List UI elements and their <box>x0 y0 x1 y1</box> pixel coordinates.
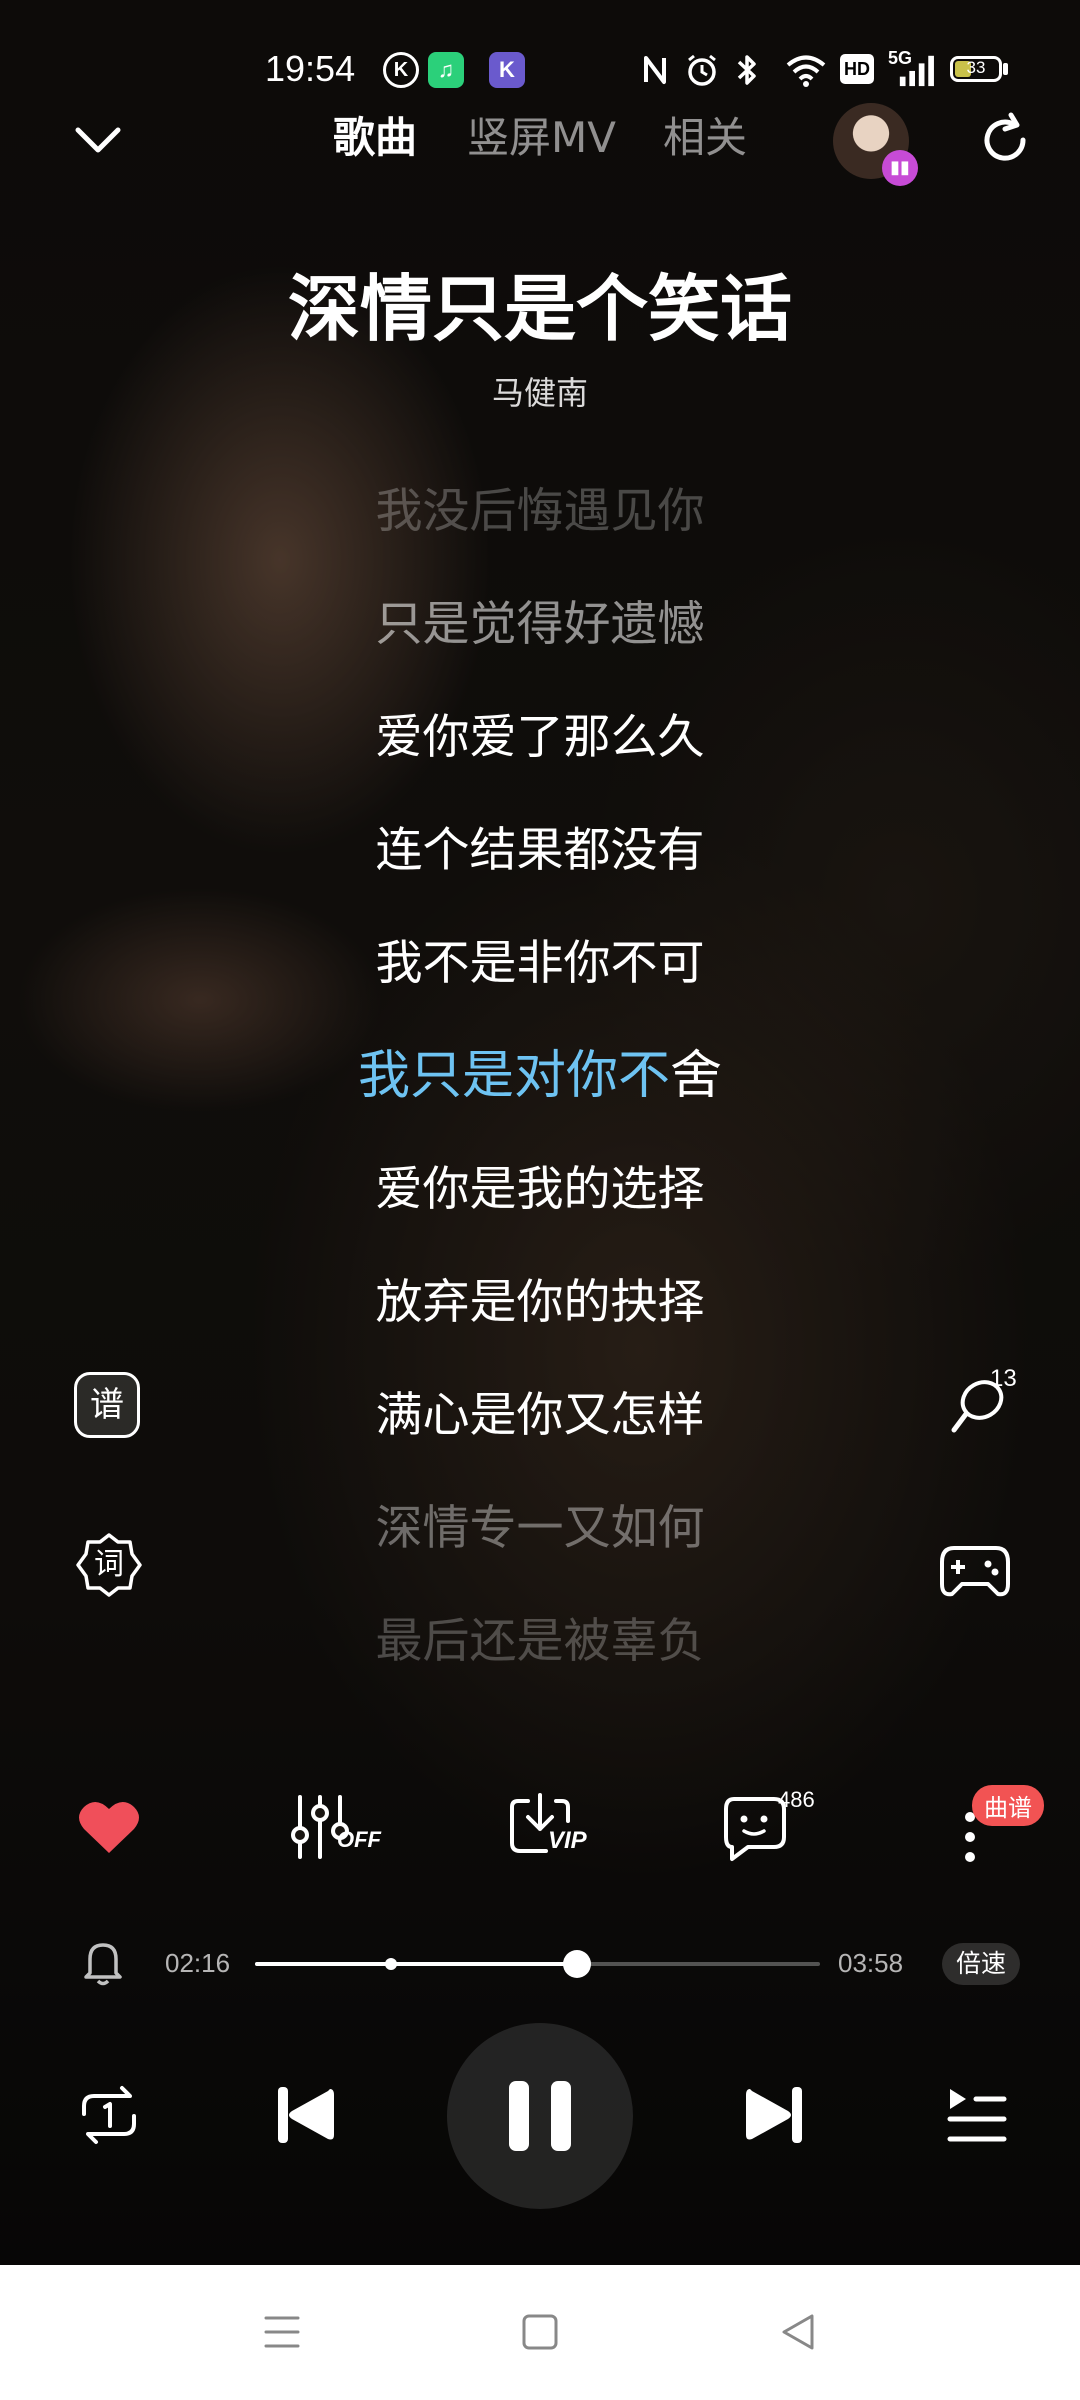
current-lyric-line: 我只是对你不舍 <box>0 1020 1080 1133</box>
lyric-line: 最后还是被辜负 <box>375 1614 705 1669</box>
tab-song[interactable]: 歌曲 <box>333 110 417 166</box>
play-pause-button[interactable] <box>447 2023 633 2209</box>
tab-vertical-mv[interactable]: 竖屏MV <box>467 110 616 166</box>
k-circle-icon: K <box>383 52 419 88</box>
lyric-line: 我不是非你不可 <box>375 936 705 991</box>
download-vip-label: VIP <box>548 1827 587 1854</box>
current-lyric-rest: 舍 <box>670 1046 723 1106</box>
like-heart-icon[interactable] <box>76 1797 142 1857</box>
next-track-icon[interactable] <box>742 2083 808 2147</box>
battery-tip <box>1003 63 1008 75</box>
lyric-line: 满心是你又怎样 <box>375 1388 705 1443</box>
sheet-music-tag-badge: 曲谱 <box>972 1785 1044 1826</box>
game-controller-icon[interactable] <box>938 1540 1012 1600</box>
player-screen: 19:54 K ♫ K HD 5G 33 歌曲 竖屏MV 相关 ▮▮ 深情只是个… <box>0 0 1080 2400</box>
sheet-music-button[interactable]: 谱 <box>74 1372 140 1438</box>
menu-nav-icon[interactable] <box>262 2310 302 2354</box>
total-time: 03:58 <box>838 1948 904 1978</box>
hd-icon: HD <box>840 54 874 84</box>
green-app-icon: ♫ <box>428 52 464 88</box>
progress-fill <box>255 1962 578 1966</box>
refresh-icon[interactable] <box>975 110 1035 170</box>
action-row: OFF VIP 486 <box>0 1775 1080 1885</box>
battery-icon: 33 <box>950 56 1002 82</box>
playlist-icon[interactable] <box>944 2083 1010 2147</box>
home-nav-icon[interactable] <box>520 2310 560 2354</box>
wifi-icon <box>786 55 826 87</box>
progress-knob[interactable] <box>563 1950 592 1978</box>
elapsed-time: 02:16 <box>165 1948 231 1978</box>
nfc-icon <box>644 56 666 84</box>
avatar-live-badge-icon: ▮▮ <box>882 150 918 186</box>
current-lyric-sung: 我只是对你不 <box>357 1046 670 1106</box>
top-tabs: 歌曲 竖屏MV 相关 <box>0 110 1080 170</box>
signal-icon <box>899 55 934 87</box>
system-nav-bar <box>0 2265 1080 2400</box>
song-title: 深情只是个笑话 <box>287 267 792 351</box>
progress-marker <box>384 1958 397 1970</box>
tab-related[interactable]: 相关 <box>663 110 747 166</box>
lyric-line: 深情专一又如何 <box>375 1501 705 1556</box>
purple-k-icon: K <box>489 52 525 88</box>
progress-track[interactable] <box>255 1950 820 1978</box>
lyric-line: 连个结果都没有 <box>375 823 705 878</box>
lyric-line: 爱你是我的选择 <box>375 1162 705 1217</box>
status-bar: 19:54 K ♫ K HD 5G 33 <box>0 48 1080 98</box>
pause-icon <box>509 2081 571 2151</box>
status-time: 19:54 <box>265 48 356 89</box>
lyrics-style-button[interactable]: 词 <box>74 1530 144 1600</box>
bluetooth-icon <box>737 55 756 85</box>
lyric-line: 放弃是你的抉择 <box>375 1275 705 1330</box>
lyrics-list[interactable]: 我没后悔遇见你 只是觉得好遗憾 爱你爱了那么久 连个结果都没有 我不是非你不可 … <box>0 455 1080 1698</box>
artist-name[interactable]: 马健南 <box>0 368 1080 414</box>
alarm-icon <box>688 54 716 86</box>
battery-level: 33 <box>966 58 986 77</box>
lyric-line: 爱你爱了那么久 <box>375 710 705 765</box>
equalizer-off-label: OFF <box>337 1827 381 1852</box>
back-nav-icon[interactable] <box>778 2310 818 2354</box>
comment-count-badge: 486 <box>778 1787 815 1812</box>
quiz-count-badge: 13 <box>990 1365 1017 1392</box>
sheet-music-label: 谱 <box>90 1385 124 1425</box>
repeat-one-icon[interactable] <box>74 2080 144 2150</box>
speed-button[interactable]: 倍速 <box>942 1943 1020 1985</box>
lyric-line: 只是觉得好遗憾 <box>375 597 705 652</box>
previous-track-icon[interactable] <box>272 2083 338 2147</box>
lyric-line: 我没后悔遇见你 <box>375 484 705 539</box>
bell-icon[interactable] <box>80 1937 126 1987</box>
lyrics-style-label: 词 <box>94 1547 124 1582</box>
